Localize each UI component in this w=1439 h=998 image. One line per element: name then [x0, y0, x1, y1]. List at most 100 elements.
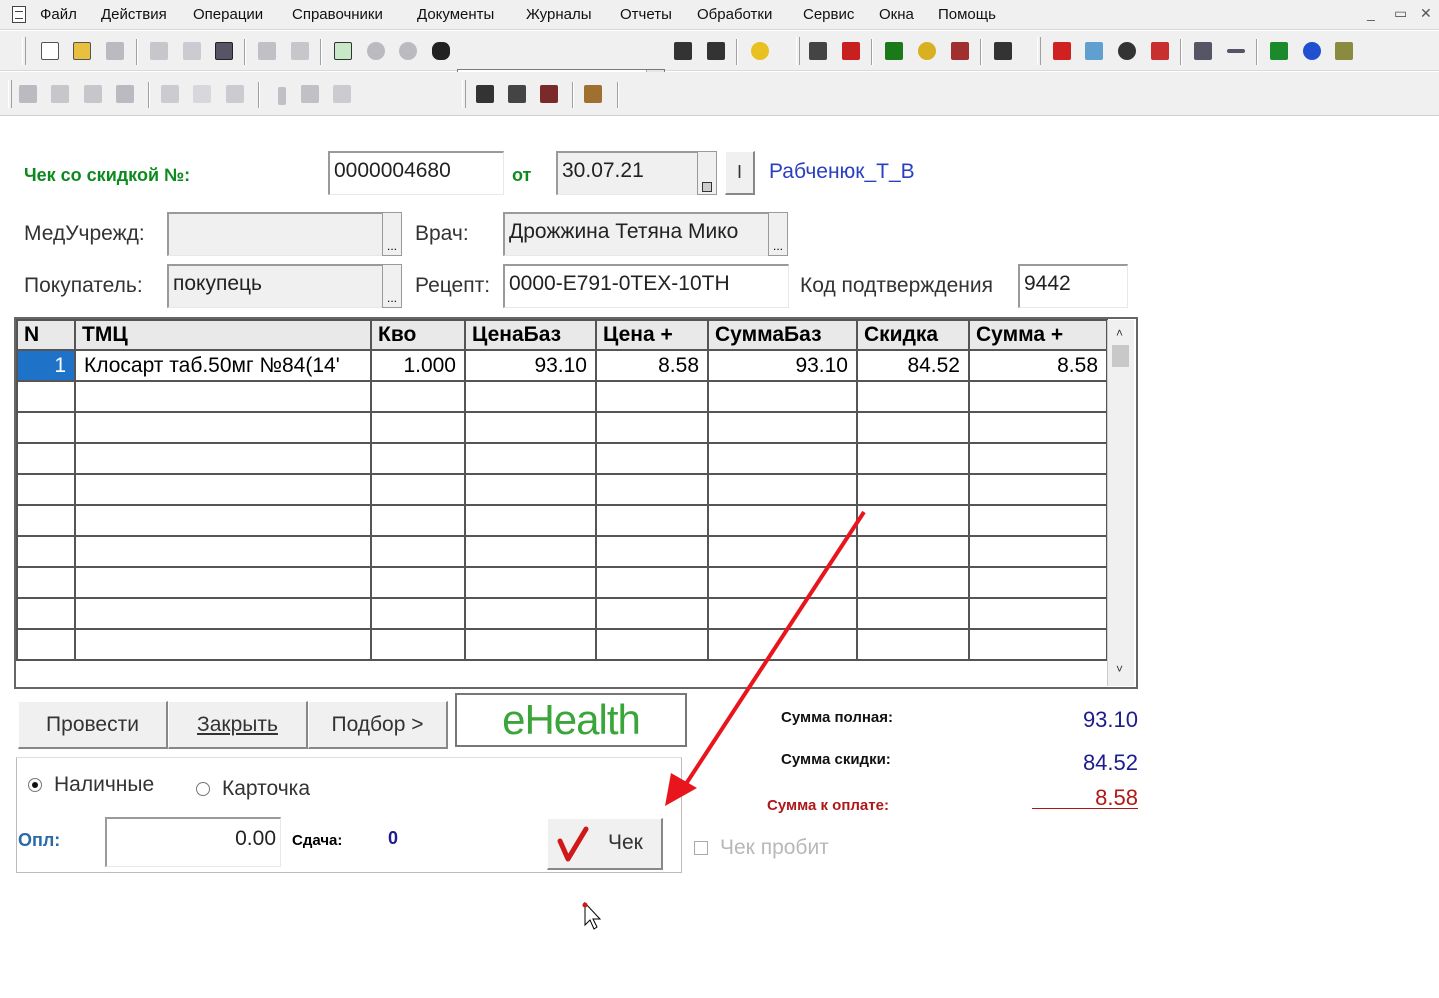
coin-icon[interactable]: [915, 39, 939, 63]
empty-cell[interactable]: [595, 598, 709, 630]
find-next-icon[interactable]: [671, 39, 695, 63]
table-row[interactable]: [16, 443, 1108, 475]
globe-icon[interactable]: [1300, 39, 1324, 63]
empty-cell[interactable]: [856, 567, 970, 599]
table-row[interactable]: [16, 629, 1108, 661]
col-base-price[interactable]: ЦенаБаз: [464, 319, 597, 351]
menu-references[interactable]: Справочники: [292, 6, 383, 23]
empty-cell[interactable]: [16, 536, 76, 568]
list-move-icon[interactable]: [113, 82, 137, 106]
info-icon[interactable]: [1082, 39, 1106, 63]
table-row[interactable]: 1 Клосарт таб.50мг №84(14' 1.000 93.10 8…: [16, 350, 1108, 382]
empty-cell[interactable]: [707, 505, 858, 537]
empty-cell[interactable]: [370, 629, 466, 661]
new-document-icon[interactable]: [38, 39, 62, 63]
empty-cell[interactable]: [370, 412, 466, 444]
empty-cell[interactable]: [707, 629, 858, 661]
empty-cell[interactable]: [595, 412, 709, 444]
empty-cell[interactable]: [856, 629, 970, 661]
empty-cell[interactable]: [968, 381, 1108, 413]
doctor-lookup-button[interactable]: ...: [768, 212, 788, 256]
document-icon[interactable]: [12, 6, 26, 23]
empty-cell[interactable]: [464, 536, 597, 568]
empty-cell[interactable]: [16, 381, 76, 413]
doc-blank-icon[interactable]: [190, 82, 214, 106]
table-row[interactable]: [16, 536, 1108, 568]
table-row[interactable]: [16, 567, 1108, 599]
house-icon[interactable]: [1267, 39, 1291, 63]
col-qty[interactable]: Кво: [370, 319, 466, 351]
cursor-button[interactable]: I: [725, 151, 755, 195]
empty-cell[interactable]: [370, 567, 466, 599]
col-price[interactable]: Цена +: [595, 319, 709, 351]
undo-icon[interactable]: [364, 39, 388, 63]
book-icon[interactable]: [1332, 39, 1356, 63]
col-discount[interactable]: Скидка: [856, 319, 970, 351]
empty-cell[interactable]: [370, 505, 466, 537]
empty-cell[interactable]: [464, 598, 597, 630]
table-row[interactable]: [16, 381, 1108, 413]
table-row[interactable]: [16, 474, 1108, 506]
col-sum[interactable]: Сумма +: [968, 319, 1108, 351]
empty-cell[interactable]: [74, 536, 372, 568]
menu-windows[interactable]: Окна: [879, 6, 914, 23]
empty-cell[interactable]: [707, 474, 858, 506]
empty-cell[interactable]: [370, 598, 466, 630]
puzzle-icon[interactable]: [839, 39, 863, 63]
redo-icon[interactable]: [396, 39, 420, 63]
menu-reports[interactable]: Отчеты: [620, 6, 672, 23]
empty-cell[interactable]: [968, 536, 1108, 568]
empty-cell[interactable]: [968, 567, 1108, 599]
cash-radio[interactable]: [28, 778, 42, 792]
doc-copy-icon[interactable]: [158, 82, 182, 106]
list-delete-icon[interactable]: [81, 82, 105, 106]
empty-cell[interactable]: [707, 381, 858, 413]
calendar-icon[interactable]: [697, 151, 717, 195]
empty-cell[interactable]: [707, 598, 858, 630]
list-add-icon[interactable]: [48, 82, 72, 106]
table-row[interactable]: [16, 598, 1108, 630]
print-icon[interactable]: [255, 39, 279, 63]
properties-icon[interactable]: [331, 39, 355, 63]
check-button[interactable]: Чек: [547, 818, 663, 870]
cell-item[interactable]: Клосарт таб.50мг №84(14': [74, 350, 372, 382]
empty-cell[interactable]: [707, 536, 858, 568]
empty-cell[interactable]: [856, 505, 970, 537]
minus-icon[interactable]: [1224, 39, 1248, 63]
menu-help[interactable]: Помощь: [938, 6, 996, 23]
paste-icon[interactable]: [212, 39, 236, 63]
menu-operations[interactable]: Операции: [193, 6, 263, 23]
doctor-field[interactable]: Дрожжина Тетяна Мико: [503, 212, 769, 256]
person-icon[interactable]: [1148, 39, 1172, 63]
table-row[interactable]: [16, 412, 1108, 444]
butterfly-icon[interactable]: [882, 39, 906, 63]
menu-service[interactable]: Сервис: [803, 6, 854, 23]
date-field[interactable]: 30.07.21: [556, 151, 698, 195]
calculator-icon[interactable]: [473, 82, 497, 106]
empty-cell[interactable]: [707, 412, 858, 444]
menu-file[interactable]: Файл: [40, 6, 77, 23]
cash-label[interactable]: Наличные: [54, 773, 154, 797]
restore-icon[interactable]: ▭: [1394, 5, 1407, 22]
empty-cell[interactable]: [370, 381, 466, 413]
cell-n[interactable]: 1: [16, 350, 76, 382]
empty-cell[interactable]: [16, 629, 76, 661]
users-icon[interactable]: [991, 39, 1015, 63]
empty-cell[interactable]: [856, 536, 970, 568]
toolbar-grip[interactable]: [22, 37, 26, 65]
med-institution-lookup-button[interactable]: ...: [382, 212, 402, 256]
scroll-down-icon[interactable]: ˅: [1116, 662, 1123, 676]
buyer-lookup-button[interactable]: ...: [382, 264, 402, 308]
empty-cell[interactable]: [595, 629, 709, 661]
table-icon[interactable]: [505, 82, 529, 106]
close-icon[interactable]: ✕: [1420, 5, 1432, 22]
ehealth-button[interactable]: eHealth: [455, 693, 687, 747]
copy-icon[interactable]: [180, 39, 204, 63]
close-button[interactable]: Закрыть: [168, 701, 308, 749]
pick-button[interactable]: Подбор >: [308, 701, 448, 749]
binoculars-icon[interactable]: [429, 39, 453, 63]
empty-cell[interactable]: [856, 443, 970, 475]
empty-cell[interactable]: [16, 412, 76, 444]
empty-cell[interactable]: [707, 567, 858, 599]
scroll-up-icon[interactable]: ˄: [1116, 326, 1123, 340]
